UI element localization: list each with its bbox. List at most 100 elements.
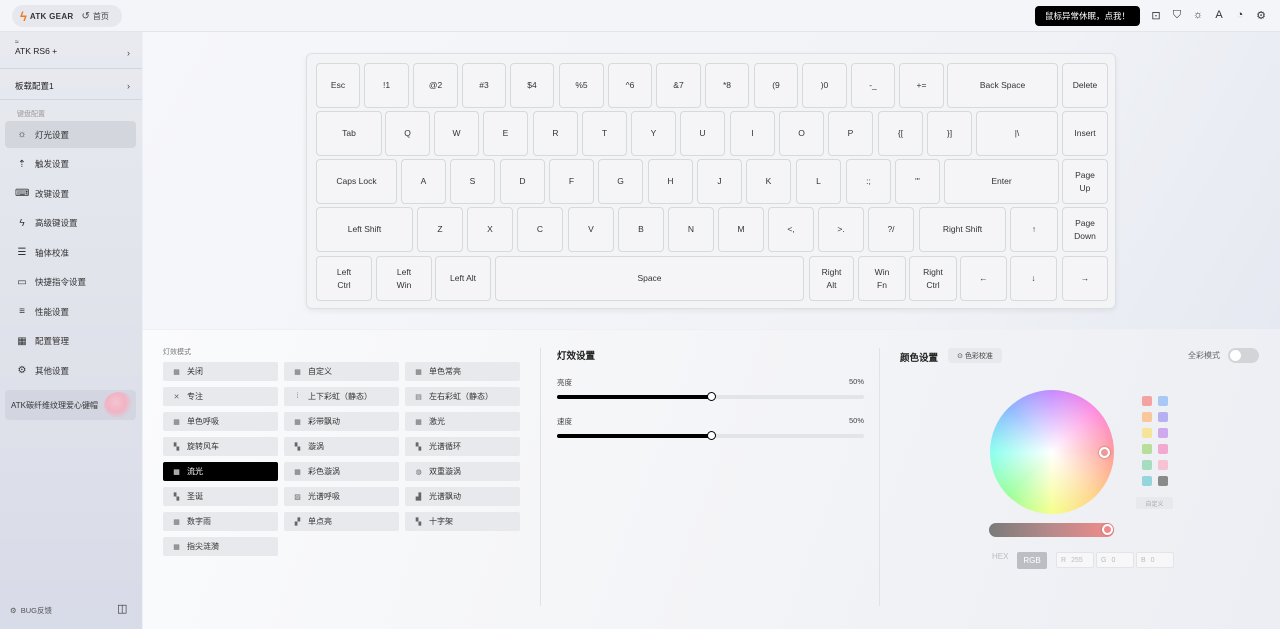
collapse-sidebar-icon[interactable]: ◫ xyxy=(117,602,127,615)
key[interactable]: Right Shift xyxy=(919,207,1006,252)
key[interactable]: {[ xyxy=(878,111,923,156)
color-swatch[interactable] xyxy=(1142,476,1152,486)
key[interactable]: %5 xyxy=(559,63,604,108)
effect-button[interactable]: ▦ 指尖涟漪 xyxy=(163,537,278,556)
brightness-icon[interactable]: ☼ xyxy=(1191,8,1205,22)
key[interactable]: F xyxy=(549,159,594,204)
key[interactable]: J xyxy=(697,159,742,204)
key[interactable]: E xyxy=(483,111,528,156)
promo-banner[interactable]: ATK碳纤维纹理爱心键帽 xyxy=(5,390,136,420)
key[interactable]: )0 xyxy=(802,63,847,108)
feedback-icon[interactable]: ⊡ xyxy=(1149,8,1163,22)
key[interactable]: Back Space xyxy=(947,63,1058,108)
bug-report-link[interactable]: ⚙ BUG反馈 xyxy=(10,605,52,616)
custom-color-button[interactable]: 自定义 xyxy=(1136,497,1173,509)
sidebar-item[interactable]: ⇡ 触发设置 xyxy=(5,151,136,178)
g-input[interactable]: G 0 xyxy=(1096,552,1134,568)
color-swatch[interactable] xyxy=(1158,444,1168,454)
sidebar-item[interactable]: ⚙ 其他设置 xyxy=(5,357,136,384)
key[interactable]: <, xyxy=(768,207,814,252)
board-config-selector[interactable]: 板载配置1 › xyxy=(0,72,142,100)
key[interactable]: I xyxy=(730,111,775,156)
home-button[interactable]: ↺ 首页 xyxy=(81,11,108,22)
key[interactable]: &7 xyxy=(656,63,701,108)
key[interactable]: Enter xyxy=(944,159,1059,204)
effect-button[interactable]: ▦ 彩色漩涡 xyxy=(284,462,399,481)
color-brightness-slider[interactable] xyxy=(989,523,1114,537)
key[interactable]: += xyxy=(899,63,944,108)
device-selector[interactable]: ≈ ATK RS6 + › xyxy=(0,38,142,69)
key[interactable]: P xyxy=(828,111,873,156)
key[interactable]: A xyxy=(401,159,446,204)
key[interactable]: ↓ xyxy=(1010,256,1057,301)
key[interactable]: O xyxy=(779,111,824,156)
key[interactable]: Caps Lock xyxy=(316,159,397,204)
rgb-format-tab[interactable]: RGB xyxy=(1017,552,1047,569)
r-input[interactable]: R 255 xyxy=(1056,552,1094,568)
key[interactable]: ^6 xyxy=(608,63,652,108)
language-icon[interactable]: A xyxy=(1212,8,1226,22)
key[interactable]: Left Alt xyxy=(435,256,491,301)
color-swatch[interactable] xyxy=(1158,412,1168,422)
key[interactable]: }] xyxy=(927,111,972,156)
key[interactable]: Left Win xyxy=(376,256,432,301)
color-wheel[interactable] xyxy=(990,390,1114,514)
key[interactable]: :; xyxy=(846,159,891,204)
key[interactable]: #3 xyxy=(462,63,506,108)
key[interactable]: Q xyxy=(385,111,430,156)
effect-button[interactable]: ✕ 专注 xyxy=(163,387,278,406)
effect-button[interactable]: ▦ 激光 xyxy=(405,412,520,431)
effect-button[interactable]: ▦ 数字雨 xyxy=(163,512,278,531)
key[interactable]: N xyxy=(668,207,714,252)
key[interactable]: Tab xyxy=(316,111,382,156)
effect-button[interactable]: ⁞ 上下彩虹（静态） xyxy=(284,387,399,406)
color-swatch[interactable] xyxy=(1158,396,1168,406)
effect-button[interactable]: ▤ 左右彩虹（静态） xyxy=(405,387,520,406)
brightness-thumb[interactable] xyxy=(706,392,716,401)
effect-button[interactable]: ▚ 十字架 xyxy=(405,512,520,531)
key[interactable]: R xyxy=(533,111,578,156)
key[interactable]: Right Alt xyxy=(809,256,854,301)
effect-button[interactable]: ▟ 光谱飘动 xyxy=(405,487,520,506)
hex-format-tab[interactable]: HEX xyxy=(992,552,1008,561)
key[interactable]: W xyxy=(434,111,479,156)
key[interactable]: Delete xyxy=(1062,63,1108,108)
theme-shirt-icon[interactable]: ⛉ xyxy=(1170,8,1184,22)
key[interactable]: Space xyxy=(495,256,804,301)
key[interactable]: Page Up xyxy=(1062,159,1108,204)
key[interactable]: T xyxy=(582,111,627,156)
key[interactable]: C xyxy=(517,207,563,252)
color-calibrate-button[interactable]: ⊙ 色彩校准 xyxy=(948,348,1002,363)
b-input[interactable]: B 0 xyxy=(1136,552,1174,568)
key[interactable]: H xyxy=(648,159,693,204)
color-swatch[interactable] xyxy=(1158,428,1168,438)
color-swatch[interactable] xyxy=(1142,412,1152,422)
key[interactable]: Y xyxy=(631,111,676,156)
effect-button[interactable]: ▚ 圣诞 xyxy=(163,487,278,506)
key[interactable]: Right Ctrl xyxy=(909,256,957,301)
sleep-alert-button[interactable]: 鼠标异常休眠，点我！ xyxy=(1035,6,1140,26)
brand-pill[interactable]: ϟ ATK GEAR ↺ 首页 xyxy=(12,5,122,27)
effect-button[interactable]: ▚ 漩涡 xyxy=(284,437,399,456)
key[interactable]: K xyxy=(746,159,791,204)
color-swatch[interactable] xyxy=(1158,476,1168,486)
effect-button[interactable]: ▦ 彩带飘动 xyxy=(284,412,399,431)
sidebar-item[interactable]: ▭ 快捷指令设置 xyxy=(5,269,136,296)
key[interactable]: Left Ctrl xyxy=(316,256,372,301)
key[interactable]: Insert xyxy=(1062,111,1108,156)
key[interactable]: U xyxy=(680,111,725,156)
key[interactable]: ?/ xyxy=(868,207,914,252)
key[interactable]: !1 xyxy=(364,63,409,108)
sidebar-item[interactable]: ☼ 灯光设置 xyxy=(5,121,136,148)
key[interactable]: Esc xyxy=(316,63,360,108)
color-swatch[interactable] xyxy=(1142,460,1152,470)
key[interactable]: → xyxy=(1062,256,1108,301)
color-swatch[interactable] xyxy=(1142,428,1152,438)
full-color-toggle[interactable] xyxy=(1228,348,1259,363)
effect-button[interactable]: ▨ 光谱呼吸 xyxy=(284,487,399,506)
sidebar-item[interactable]: ☰ 轴体校准 xyxy=(5,239,136,266)
key[interactable]: V xyxy=(568,207,614,252)
effect-button[interactable]: ▞ 单点亮 xyxy=(284,512,399,531)
key[interactable]: G xyxy=(598,159,643,204)
key[interactable]: L xyxy=(796,159,841,204)
